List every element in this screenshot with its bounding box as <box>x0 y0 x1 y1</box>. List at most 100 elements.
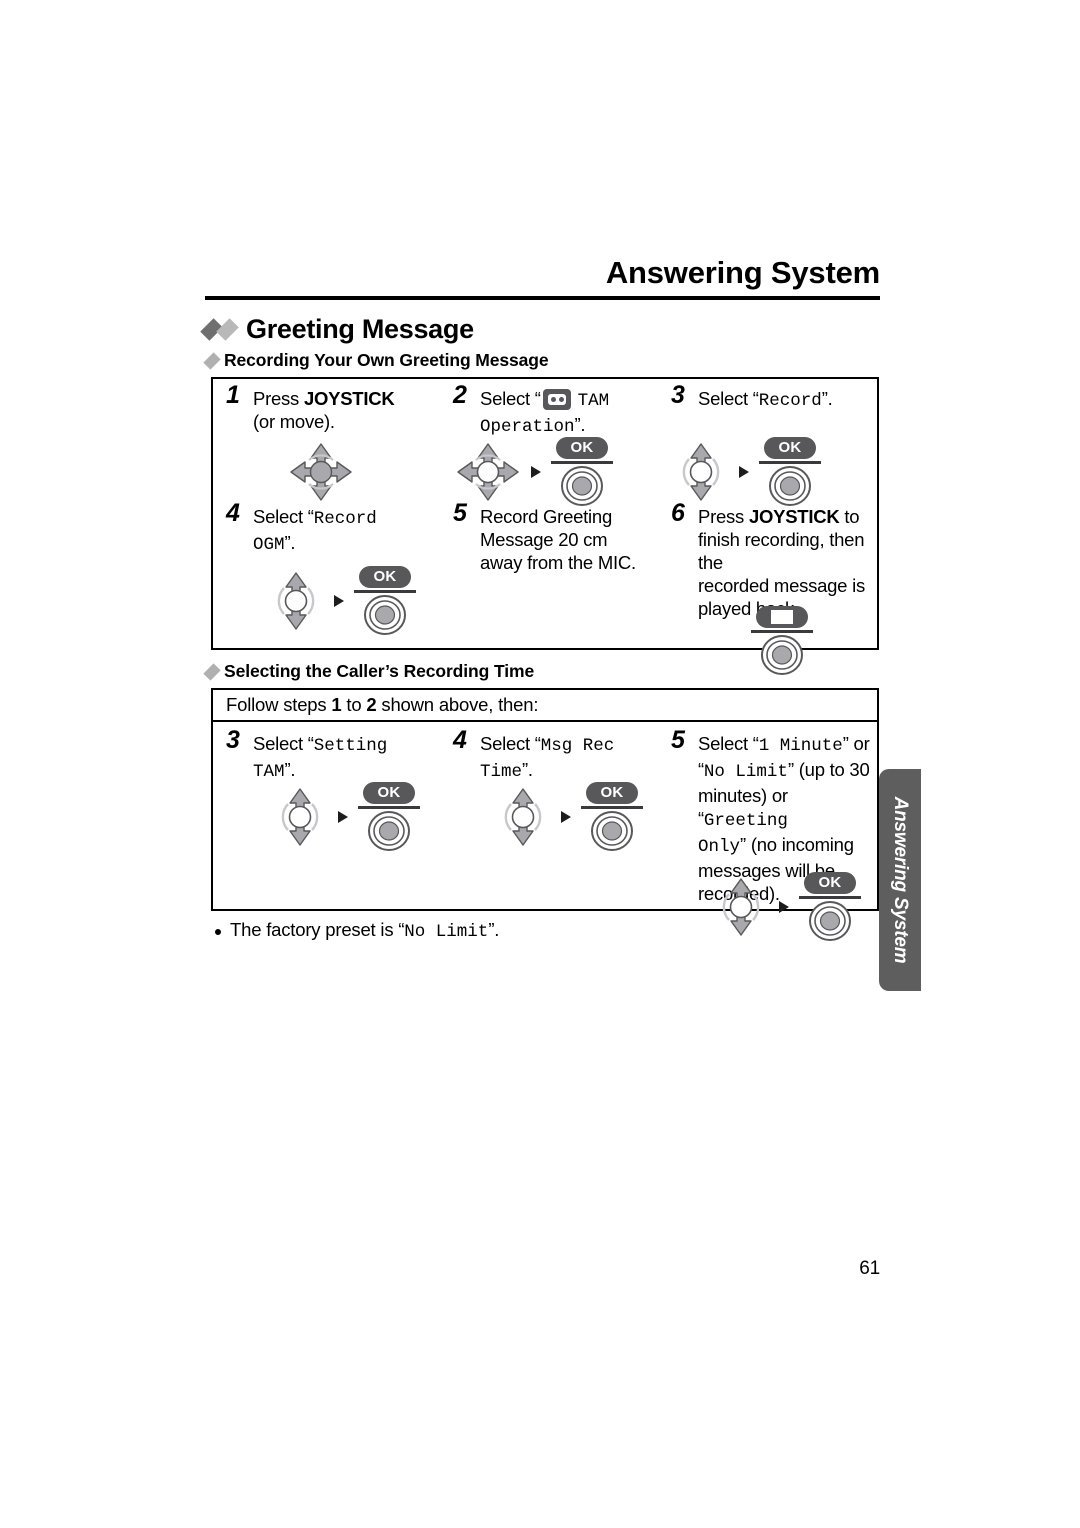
step-1-text: 1 Press JOYSTICK (or move). <box>226 383 431 433</box>
rectime-step-3-icons: OK <box>272 782 420 852</box>
rectime-step-3-ok-group: OK <box>358 782 420 852</box>
subsection-title-text: Recording Your Own Greeting Message <box>224 350 549 370</box>
step-5: 5 Record Greeting Message 20 cm away fro… <box>453 499 668 574</box>
step-5-line3: away from the MIC. <box>480 552 636 573</box>
step-1-line2: (or move). <box>253 411 335 432</box>
diamond-bullet-icon <box>203 351 221 370</box>
rectime-step-5-l2-mono: No Limit <box>703 762 788 782</box>
step-3-ok-group: OK <box>759 437 821 507</box>
rectime-step-4-pre: Select “ <box>480 733 541 754</box>
rectime-step-5-l1-pre: Select “ <box>698 733 759 754</box>
ok-button-label[interactable]: OK <box>359 566 411 588</box>
center-select-button-icon[interactable] <box>760 634 804 676</box>
rectime-step-5-l4-mono: Only <box>698 837 741 857</box>
step-6: 6 Press JOYSTICK to finish recording, th… <box>671 499 876 675</box>
step-1-line1-bold: JOYSTICK <box>303 388 395 409</box>
bullet-dot-icon <box>215 929 221 935</box>
rectime-step-5-l3-mono: Greeting <box>703 811 788 831</box>
step-2: 2 Select “ TAM Operation”. OK <box>453 381 668 506</box>
diamond-bullet-icon <box>203 662 221 681</box>
rectime-step-4: 4 Select “Msg Rec Time”. OK <box>453 728 663 851</box>
manual-page: Answering System Greeting Message Record… <box>0 0 1080 1528</box>
step-6-number: 6 <box>671 499 685 527</box>
joystick-updown-icon <box>504 788 542 846</box>
ok-button-label[interactable]: OK <box>804 872 856 894</box>
center-select-button-icon[interactable] <box>768 465 812 507</box>
rectime-step-4-post: ”. <box>522 759 533 780</box>
joystick-4way-hollow-icon <box>457 443 519 501</box>
rectime-step-5-l1-mono: 1 Minute <box>758 736 843 756</box>
step-6-text: 6 Press JOYSTICK to finish recording, th… <box>671 499 876 620</box>
step-4-mono1: Record <box>313 509 377 529</box>
step-1-line1-pre: Press <box>253 388 304 409</box>
side-tab-label: Answering System <box>890 796 911 964</box>
ok-button-label[interactable]: OK <box>586 782 638 804</box>
arrow-separator-icon <box>561 811 571 823</box>
center-select-button-icon[interactable] <box>808 900 852 942</box>
note-mono: No Limit <box>404 922 489 942</box>
step-4-icons: OK <box>268 566 416 636</box>
factory-preset-note: The factory preset is “No Limit”. <box>215 919 499 942</box>
rectime-step-4-text: 4 Select “Msg Rec Time”. <box>453 728 663 784</box>
ok-underline <box>759 461 821 464</box>
step-6-line2: finish recording, then the <box>698 529 865 573</box>
ok-underline <box>354 590 416 593</box>
side-tab-answering-system: Answering System <box>879 769 921 991</box>
follow-num2: 2 <box>366 694 377 715</box>
rectime-step-5-l2-post: ” (up to 30 <box>787 759 870 780</box>
step-3: 3 Select “Record”. OK <box>671 381 871 506</box>
step-4-ok-group: OK <box>354 566 416 636</box>
rectime-step-4-mono1: Msg Rec <box>540 736 615 756</box>
step-5-line2: Message 20 cm <box>480 529 608 550</box>
subsection-title-recording: Recording Your Own Greeting Message <box>203 350 549 371</box>
step-2-post: ”. <box>574 414 586 435</box>
step-4-number: 4 <box>226 499 240 527</box>
joystick-press-button-label[interactable] <box>756 606 808 628</box>
step-2-number: 2 <box>453 381 467 409</box>
rectime-step-4-icons: OK <box>495 782 643 852</box>
diamond-light-icon <box>216 318 239 341</box>
step-1-icons <box>288 441 354 503</box>
follow-num1: 1 <box>331 694 342 715</box>
step-3-mono: Record <box>758 391 822 411</box>
ok-button-label[interactable]: OK <box>764 437 816 459</box>
arrow-separator-icon <box>334 595 344 607</box>
page-header-title: Answering System <box>605 255 880 290</box>
step-3-text: 3 Select “Record”. <box>671 381 871 413</box>
ok-underline <box>581 806 643 809</box>
step-5-line1: Record Greeting <box>480 506 612 527</box>
step-2-mono1: TAM <box>577 391 610 411</box>
ok-underline <box>799 896 861 899</box>
ok-button-label[interactable]: OK <box>556 437 608 459</box>
rectime-step-3-mono1: Setting <box>313 736 388 756</box>
step-5-number: 5 <box>453 499 467 527</box>
note-pre: The factory preset is “ <box>230 919 405 940</box>
step-5-text: 5 Record Greeting Message 20 cm away fro… <box>453 499 668 574</box>
step-3-number: 3 <box>671 381 685 409</box>
center-select-button-icon[interactable] <box>363 594 407 636</box>
arrow-separator-icon <box>779 901 789 913</box>
center-select-button-icon[interactable] <box>590 810 634 852</box>
joystick-updown-icon <box>682 443 720 501</box>
follow-steps-note: Follow steps 1 to 2 shown above, then: <box>213 690 877 722</box>
step-6-line1-pre: Press <box>698 506 749 527</box>
rectime-step-4-mono2: Time <box>480 762 523 782</box>
subsection-title-text: Selecting the Caller’s Recording Time <box>224 661 535 681</box>
step-2-mono2: Operation <box>480 417 575 437</box>
arrow-separator-icon <box>531 466 541 478</box>
step-3-post: ”. <box>821 388 833 409</box>
center-select-button-icon[interactable] <box>367 810 411 852</box>
step-2-icons: OK <box>455 437 613 507</box>
step-4-post: ”. <box>284 532 296 553</box>
rectime-step-5-icons: OK <box>713 872 861 942</box>
ok-button-label[interactable]: OK <box>363 782 415 804</box>
subsection-title-rectime: Selecting the Caller’s Recording Time <box>203 661 535 682</box>
center-select-button-icon[interactable] <box>560 465 604 507</box>
step-2-ok-group: OK <box>551 437 613 507</box>
step-3-icons: OK <box>673 437 821 507</box>
follow-post: shown above, then: <box>376 694 539 715</box>
step-6-icons <box>751 606 813 676</box>
steps-box-rectime: Follow steps 1 to 2 shown above, then: 3… <box>211 688 879 941</box>
joystick-4way-filled-icon <box>290 443 352 501</box>
rectime-step-5-ok-group: OK <box>799 872 861 942</box>
